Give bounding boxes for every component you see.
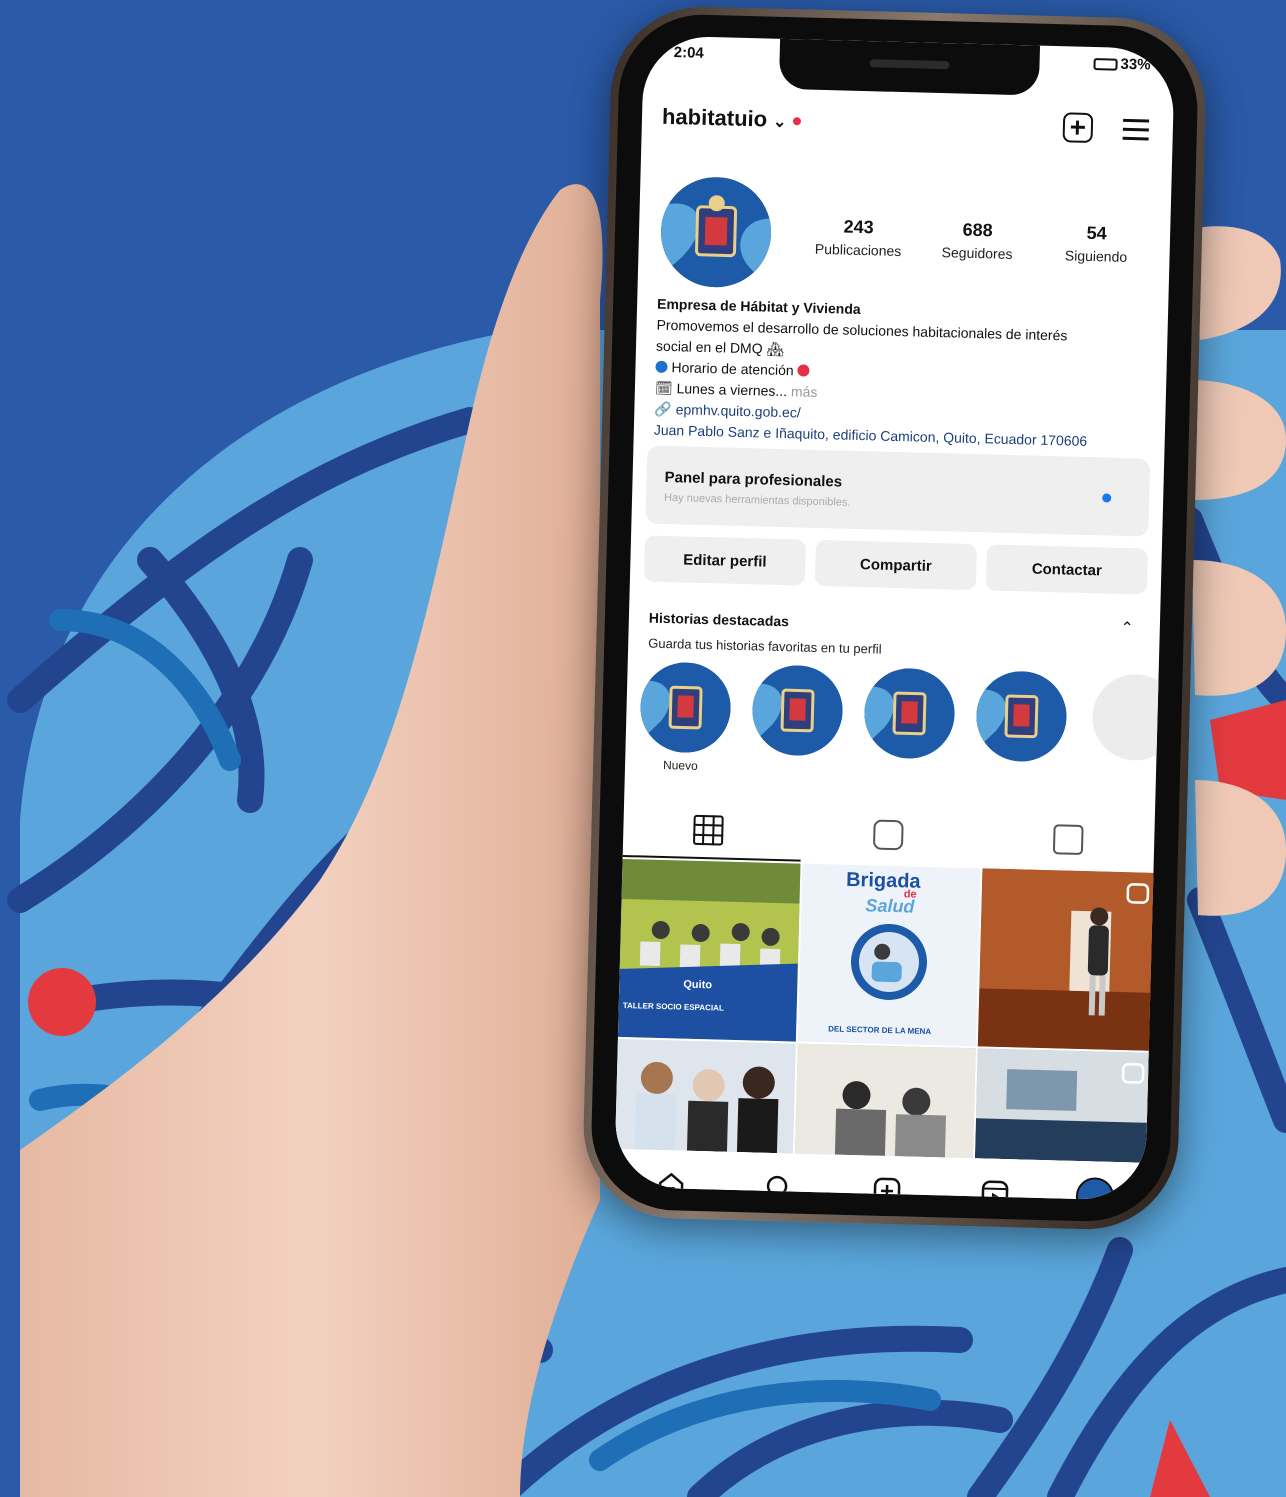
contact-button[interactable]: Contactar <box>985 544 1148 595</box>
username: habitatuio <box>661 103 768 132</box>
blue-circle-icon <box>655 360 668 373</box>
status-battery: 33% <box>1093 55 1151 74</box>
edit-profile-button[interactable]: Editar perfil <box>643 535 807 586</box>
post-tile[interactable]: Brigada de Salud DEL SECTOR DE LA MENA <box>797 863 981 1047</box>
home-icon[interactable] <box>656 1170 687 1201</box>
chevron-down-icon: ⌄ <box>772 113 787 131</box>
menu-icon[interactable] <box>1120 114 1151 145</box>
battery-icon <box>1093 58 1118 71</box>
posts-grid: Quito TALLER SOCIO ESPACIAL Brigada de S… <box>615 858 1163 1164</box>
bio-more-link[interactable]: más <box>791 383 818 400</box>
post-tile[interactable] <box>615 1038 796 1154</box>
share-profile-button[interactable]: Compartir <box>814 539 977 591</box>
phone-bezel: 2:04 33% habitatuio ⌄ 243 Publicaciones … <box>589 12 1200 1224</box>
chevron-up-icon[interactable]: ⌃ <box>1120 618 1134 638</box>
account-switcher[interactable]: habitatuio ⌄ <box>662 104 801 134</box>
status-time: 2:04 <box>673 44 704 62</box>
profile-avatar-icon[interactable] <box>1075 1176 1115 1201</box>
posts-count: 243 <box>843 216 874 238</box>
followers-count: 688 <box>962 219 993 241</box>
panel-subtitle: Hay nuevas herramientas disponibles. <box>663 491 851 509</box>
new-indicator-dot <box>1102 493 1112 503</box>
tagged-icon[interactable] <box>1052 824 1084 856</box>
search-icon[interactable] <box>764 1173 795 1201</box>
post-tile[interactable]: Quito TALLER SOCIO ESPACIAL <box>617 858 801 1042</box>
grid-icon[interactable] <box>692 814 724 846</box>
link-icon: 🔗 <box>654 400 673 418</box>
post-footer-label: DEL SECTOR DE LA MENA <box>828 1024 932 1037</box>
following-label: Siguiendo <box>1064 247 1128 265</box>
profile-avatar[interactable] <box>659 175 773 289</box>
house-emoji-icon: 🏘 <box>766 340 785 358</box>
highlight-item[interactable] <box>863 667 956 760</box>
following-count: 54 <box>1086 222 1107 244</box>
camera-notch <box>778 38 1040 96</box>
profile-stats: 243 Publicaciones 688 Seguidores 54 Sigu… <box>798 215 1156 265</box>
post-salud-title: Salud <box>865 895 915 917</box>
highlight-item[interactable] <box>639 661 732 754</box>
phone-screen: 2:04 33% habitatuio ⌄ 243 Publicaciones … <box>614 35 1175 1201</box>
stat-followers[interactable]: 688 Seguidores <box>917 218 1037 262</box>
red-circle-icon <box>797 364 810 377</box>
profile-header: habitatuio ⌄ <box>661 100 1153 153</box>
profile-actions: Editar perfil Compartir Contactar <box>643 535 1148 595</box>
followers-label: Seguidores <box>941 244 1013 262</box>
stat-following[interactable]: 54 Siguiendo <box>1036 222 1156 266</box>
calendar-icon: 🗓 <box>654 379 673 397</box>
highlights-title: Historias destacadas <box>648 609 790 630</box>
post-quito-label: Quito <box>683 978 713 992</box>
panel-title: Panel para profesionales <box>664 468 843 491</box>
highlight-item[interactable] <box>975 670 1068 763</box>
posts-label: Publicaciones <box>814 240 902 260</box>
notification-dot <box>792 117 801 126</box>
phone-device: 2:04 33% habitatuio ⌄ 243 Publicaciones … <box>581 4 1208 1232</box>
new-highlight-button[interactable] <box>1091 673 1175 762</box>
post-tile[interactable] <box>974 1048 1158 1164</box>
highlights-list: Nuevo <box>639 661 1175 796</box>
profile-bio: Empresa de Hábitat y Vivienda Promovemos… <box>654 294 1155 454</box>
stat-posts[interactable]: 243 Publicaciones <box>798 215 918 260</box>
create-icon[interactable] <box>872 1176 903 1201</box>
reels-icon[interactable] <box>872 819 904 851</box>
reels-nav-icon[interactable] <box>980 1178 1011 1201</box>
highlight-item[interactable] <box>751 664 844 757</box>
new-post-icon[interactable] <box>1062 112 1094 144</box>
professional-dashboard[interactable]: Panel para profesionales Hay nuevas herr… <box>645 445 1151 537</box>
highlights-subtitle: Guarda tus historias favoritas en tu per… <box>648 635 882 657</box>
post-tile[interactable] <box>794 1043 976 1159</box>
post-tile[interactable] <box>977 868 1163 1052</box>
new-highlight-label: Nuevo <box>662 757 698 773</box>
